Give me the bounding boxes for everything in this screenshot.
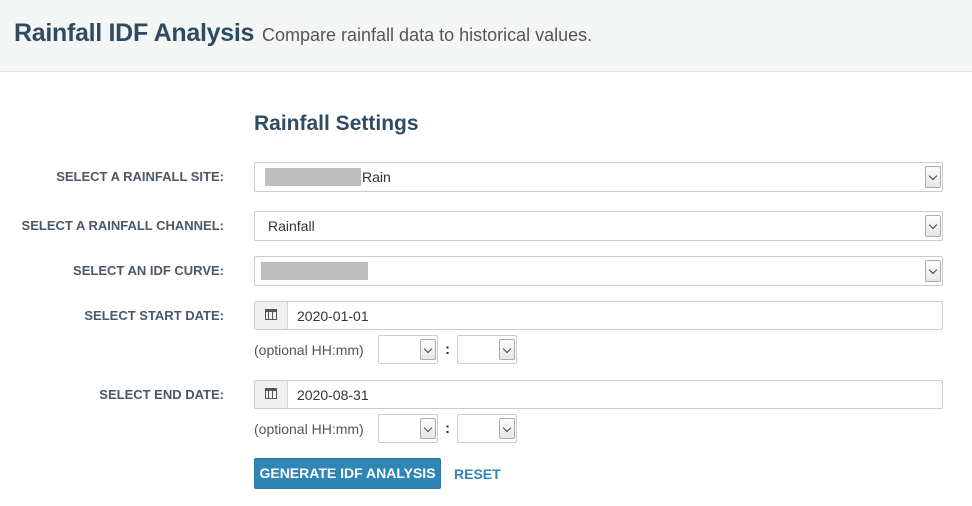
chevron-down-icon xyxy=(928,220,938,230)
section-title: Rainfall Settings xyxy=(254,112,419,135)
redacted-idf-curve-name xyxy=(261,262,368,280)
start-date-input[interactable]: 2020-01-01 xyxy=(254,301,943,330)
dropdown-button[interactable] xyxy=(499,339,515,360)
chevron-down-icon xyxy=(928,171,938,181)
rainfall-channel-select[interactable]: Rainfall xyxy=(254,211,943,241)
chevron-down-icon xyxy=(502,423,512,433)
start-minute-select[interactable] xyxy=(457,335,517,364)
time-separator: : xyxy=(445,420,450,437)
start-time-optional-label: (optional HH:mm) xyxy=(254,342,364,358)
end-date-calendar-button[interactable] xyxy=(255,381,288,408)
end-date-value: 2020-08-31 xyxy=(297,387,369,403)
rainfall-channel-label: SELECT A RAINFALL CHANNEL: xyxy=(21,218,224,233)
calendar-icon xyxy=(265,309,277,320)
rainfall-site-select[interactable]: Rain xyxy=(254,162,943,192)
chevron-down-icon xyxy=(423,423,433,433)
app-title: Rainfall IDF Analysis xyxy=(14,19,255,47)
dropdown-button[interactable] xyxy=(925,215,941,237)
end-minute-select[interactable] xyxy=(457,414,517,443)
calendar-icon xyxy=(265,388,277,399)
rainfall-site-label: SELECT A RAINFALL SITE: xyxy=(56,169,224,184)
idf-curve-select[interactable] xyxy=(254,256,943,286)
dropdown-button[interactable] xyxy=(420,339,436,360)
start-hour-select[interactable] xyxy=(378,335,438,364)
dropdown-button[interactable] xyxy=(499,418,515,439)
end-hour-select[interactable] xyxy=(378,414,438,443)
redacted-site-name xyxy=(265,168,361,186)
dropdown-button[interactable] xyxy=(925,166,941,188)
start-date-label: SELECT START DATE: xyxy=(84,308,224,323)
chevron-down-icon xyxy=(423,344,433,354)
time-separator: : xyxy=(445,341,450,358)
reset-button[interactable]: RESET xyxy=(454,466,501,482)
start-date-calendar-button[interactable] xyxy=(255,302,288,329)
start-date-value: 2020-01-01 xyxy=(297,308,369,324)
rainfall-channel-value: Rainfall xyxy=(268,218,315,234)
rainfall-site-value: Rain xyxy=(362,169,391,185)
end-time-optional-label: (optional HH:mm) xyxy=(254,421,364,437)
end-date-input[interactable]: 2020-08-31 xyxy=(254,380,943,409)
idf-curve-label: SELECT AN IDF CURVE: xyxy=(73,263,224,278)
dropdown-button[interactable] xyxy=(925,260,941,282)
chevron-down-icon xyxy=(502,344,512,354)
page-header: Rainfall IDF Analysis Compare rainfall d… xyxy=(0,0,972,72)
app-subtitle: Compare rainfall data to historical valu… xyxy=(262,25,593,45)
generate-idf-analysis-button[interactable]: GENERATE IDF ANALYSIS xyxy=(254,458,441,489)
end-date-label: SELECT END DATE: xyxy=(99,387,224,402)
chevron-down-icon xyxy=(928,265,938,275)
dropdown-button[interactable] xyxy=(420,418,436,439)
